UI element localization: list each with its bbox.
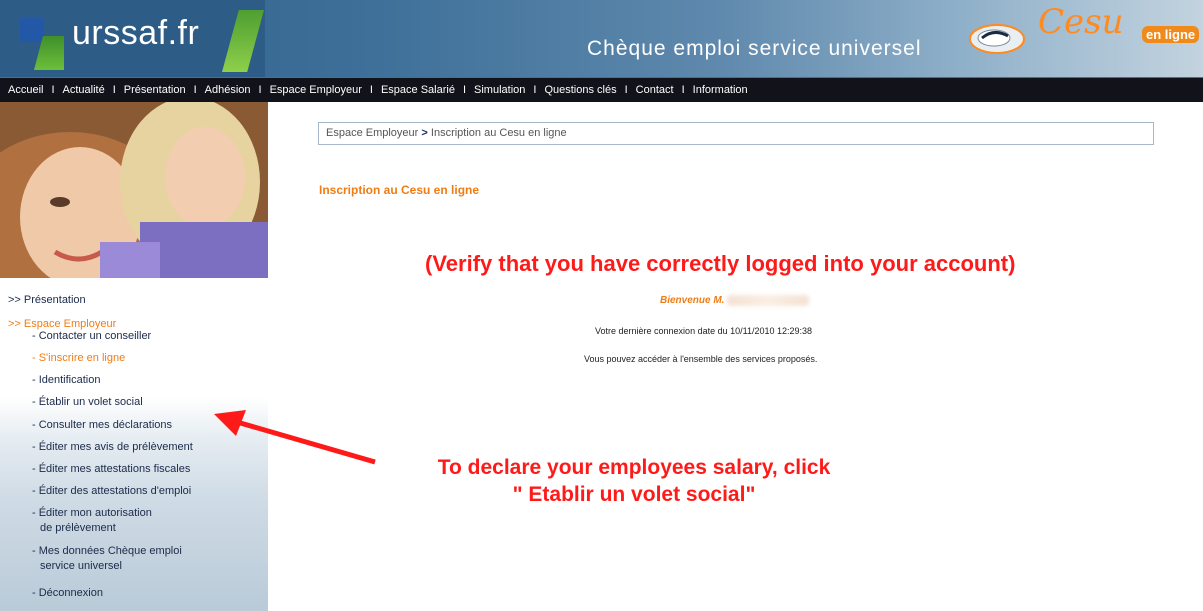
annotation-line2: " Etablir un volet social" — [512, 483, 756, 506]
photo-illustration — [0, 102, 268, 278]
sidebar-item-contacter-conseiller[interactable]: - Contacter un conseiller — [32, 329, 151, 344]
sidebar-item-deconnexion[interactable]: - Déconnexion — [32, 586, 103, 601]
sidebar-item-autorisation-prelevement[interactable]: - Éditer mon autorisation de prélèvement — [32, 506, 152, 536]
welcome-text: Bienvenue M. — [660, 295, 725, 307]
annotation-line1: To declare your employees salary, click — [437, 456, 831, 479]
main-nav: Accueil I Actualité I Présentation I Adh… — [0, 77, 1203, 102]
logo-square-icon — [20, 18, 44, 42]
sidebar-item-etablir-volet-social[interactable]: - Établir un volet social — [32, 395, 143, 410]
nav-item-adhesion[interactable]: Adhésion — [197, 84, 259, 96]
red-arrow-icon — [214, 410, 376, 465]
nav-item-information[interactable]: Information — [685, 84, 756, 96]
cesu-enligne-badge: en ligne — [1142, 26, 1200, 43]
nav-item-accueil[interactable]: Accueil — [0, 84, 51, 96]
sidebar: >> Présentation >> Espace Employeur - Co… — [0, 102, 268, 611]
sidebar-item-presentation[interactable]: >> Présentation — [8, 294, 86, 306]
sidebar-item-label-line2: de prélèvement — [40, 522, 116, 534]
sidebar-item-label-line2: service universel — [40, 560, 122, 572]
sidebar-item-consulter-declarations[interactable]: - Consulter mes déclarations — [32, 418, 172, 433]
nav-item-contact[interactable]: Contact — [628, 84, 682, 96]
annotation-declare-salary: To declare your employees salary, click … — [420, 454, 848, 508]
welcome-message: Bienvenue M. — [660, 295, 810, 307]
sidebar-item-label: - Mes données Chèque emploi — [32, 545, 182, 557]
breadcrumb: Espace Employeur > Inscription au Cesu e… — [318, 122, 1154, 145]
sidebar-item-avis-prelevement[interactable]: - Éditer mes avis de prélèvement — [32, 440, 193, 455]
computer-mouse-icon — [969, 24, 1025, 54]
nav-item-simulation[interactable]: Simulation — [466, 84, 533, 96]
breadcrumb-separator: > — [421, 127, 428, 139]
breadcrumb-item-inscription: Inscription au Cesu en ligne — [430, 127, 567, 139]
cesu-brand[interactable]: Cesu — [1038, 2, 1123, 42]
access-message: Vous pouvez accéder à l'ensemble des ser… — [584, 354, 818, 364]
last-connection-text: Votre dernière connexion date du 10/11/2… — [595, 326, 813, 336]
sidebar-item-label: - Éditer mon autorisation — [32, 507, 152, 519]
sidebar-item-mes-donnees[interactable]: - Mes données Chèque emploi service univ… — [32, 544, 182, 574]
site-header: urssaf.fr Chèque emploi service universe… — [0, 0, 1203, 77]
nav-item-questions-cles[interactable]: Questions clés — [536, 84, 624, 96]
breadcrumb-item-espace-employeur[interactable]: Espace Employeur — [326, 127, 418, 139]
urssaf-logo[interactable]: urssaf.fr — [0, 0, 265, 77]
header-title: Chèque emploi service universel — [587, 37, 922, 60]
annotation-verify-login: (Verify that you have correctly logged i… — [425, 251, 1016, 276]
nav-item-espace-salarie[interactable]: Espace Salarié — [373, 84, 463, 96]
sidebar-item-attestations-fiscales[interactable]: - Éditer mes attestations fiscales — [32, 462, 190, 477]
nav-item-espace-employeur[interactable]: Espace Employeur — [262, 84, 370, 96]
redacted-name — [727, 295, 810, 306]
logo-text: urssaf.fr — [72, 14, 200, 52]
nav-item-actualite[interactable]: Actualité — [55, 84, 113, 96]
page-title: Inscription au Cesu en ligne — [319, 183, 480, 197]
nav-item-presentation[interactable]: Présentation — [116, 84, 194, 96]
sidebar-item-inscrire-en-ligne[interactable]: - S'inscrire en ligne — [32, 351, 125, 366]
sidebar-item-attestations-emploi[interactable]: - Éditer des attestations d'emploi — [32, 484, 191, 499]
mother-child-photo — [0, 102, 268, 278]
logo-swoosh-icon — [222, 10, 264, 72]
sidebar-item-identification[interactable]: - Identification — [32, 373, 100, 388]
